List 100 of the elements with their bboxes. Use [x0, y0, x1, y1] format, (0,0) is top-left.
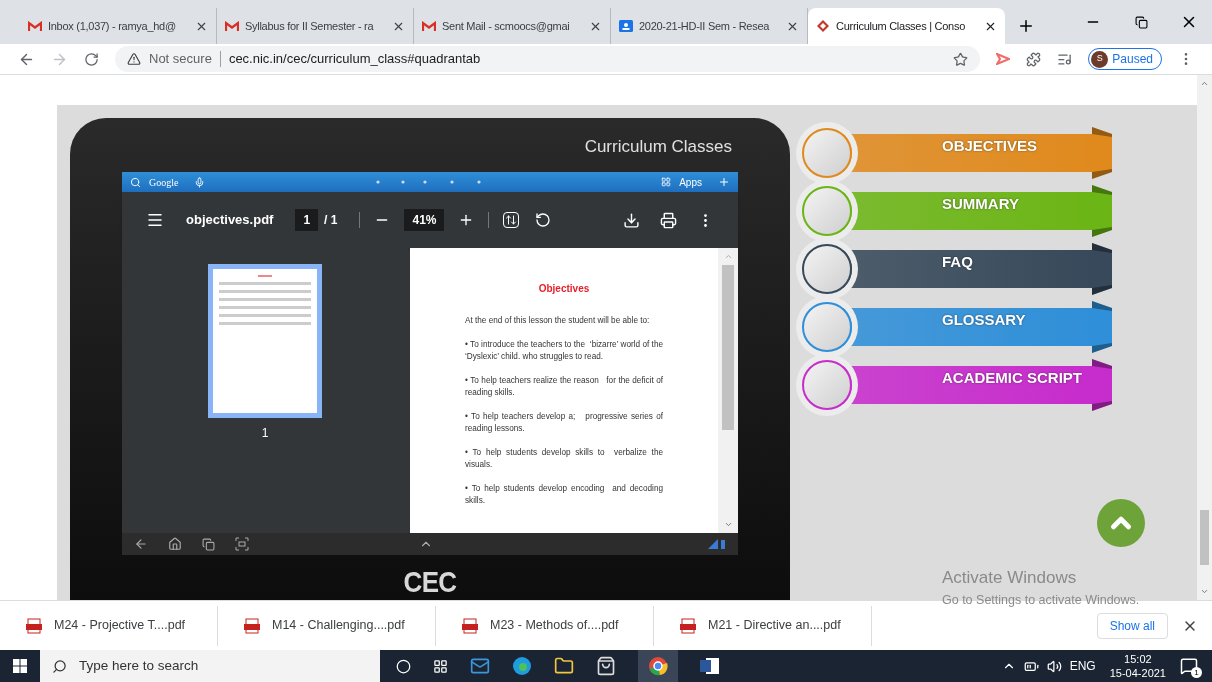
tab-title: Inbox (1,037) - ramya_hd@: [48, 18, 176, 34]
microphone-icon[interactable]: [194, 176, 206, 188]
chrome-taskbar-button[interactable]: [638, 650, 678, 682]
scroll-up-icon[interactable]: [1200, 79, 1209, 88]
recent-apps-icon[interactable]: [202, 537, 215, 551]
clock-date[interactable]: 15-04-2021: [1109, 666, 1166, 680]
scroll-down-icon[interactable]: [723, 520, 733, 529]
download-item[interactable]: M24 - Projective T....pdf: [0, 605, 218, 646]
pdf-file-icon: [462, 617, 478, 634]
chrome-icon: [648, 656, 668, 676]
search-icon[interactable]: [130, 176, 141, 188]
zoom-field[interactable]: 41%: [404, 209, 445, 231]
extension-icon[interactable]: [996, 53, 1011, 65]
tab-title: Syllabus for II Semester - ra: [245, 18, 374, 34]
mail-icon: [28, 20, 42, 32]
page-field[interactable]: 1: [295, 209, 319, 231]
language-label[interactable]: ENG: [1069, 657, 1096, 675]
pdf-file-icon: [680, 617, 696, 634]
word-icon[interactable]: [700, 657, 720, 675]
media-icon[interactable]: [1057, 51, 1073, 67]
home-icon[interactable]: [168, 537, 182, 551]
address-field[interactable]: Not secure cec.nic.in/cec/curriculum_class#quadrantab: [115, 46, 981, 72]
edge-icon[interactable]: [512, 656, 532, 676]
puzzle-icon[interactable]: [1026, 51, 1042, 67]
pdf-paragraph: • To help students develop skills to verbalize the visuals.: [465, 447, 663, 471]
thumbnail-label: 1: [261, 425, 269, 442]
diamond-icon: [816, 19, 830, 33]
folder-icon[interactable]: [554, 656, 574, 676]
star-icon[interactable]: [953, 51, 969, 67]
page-scrollbar[interactable]: [1197, 75, 1212, 600]
scroll-down-icon[interactable]: [1200, 587, 1209, 596]
pdf-file-icon: [26, 617, 42, 634]
search-label[interactable]: Google: [149, 174, 179, 190]
mail-icon: [422, 20, 436, 32]
ribbon-label[interactable]: FAQ: [942, 251, 973, 274]
ribbon-fold-drawing: [1092, 185, 1112, 237]
signal-battery-icon: [708, 539, 726, 549]
cortana-icon[interactable]: [396, 658, 411, 674]
notification-badge: 1: [1191, 667, 1202, 678]
ribbon-fold-drawing: [1092, 243, 1112, 295]
restore-icon[interactable]: [1135, 16, 1148, 29]
pdf-heading: Objectives: [537, 283, 591, 295]
tablet-title: Curriculum Classes: [584, 136, 732, 158]
scroll-thumb[interactable]: [1200, 510, 1209, 565]
page-total: / 1: [324, 212, 338, 229]
apps-icon[interactable]: [661, 177, 672, 187]
print-icon[interactable]: [660, 211, 677, 229]
volume-icon[interactable]: [1046, 658, 1062, 674]
pdf-paragraph: • To help teachers develop a; progressive series of reading lessons.: [465, 411, 663, 435]
ribbon-fold-drawing: [1092, 127, 1112, 179]
pdf-paragraph: At the end of this lesson the student will be able to:: [465, 315, 651, 327]
taskbar-search-field[interactable]: Type here to search: [40, 650, 380, 682]
mail-icon[interactable]: [470, 656, 490, 676]
rotate-icon[interactable]: [535, 212, 552, 228]
ribbon-label[interactable]: ACADEMIC SCRIPT: [942, 367, 1082, 390]
ribbon-fold-drawing: [1092, 301, 1112, 353]
activation-title: Activate Windows: [942, 567, 1078, 589]
download-item[interactable]: M14 - Challenging....pdf: [218, 605, 436, 646]
reload-icon[interactable]: [84, 51, 99, 67]
pdf-filename: objectives.pdf: [186, 211, 274, 230]
download-filename: M23 - Methods of....pdf: [490, 617, 619, 635]
pdf-paragraph: • To introduce the teachers to the ‘bizarre’ world of the ‘Dyslexic’ child. who struggles to read.: [465, 339, 663, 363]
pdf-scrollbar[interactable]: [718, 248, 738, 533]
browser-tab[interactable]: Curriculum Classes | Conso: [808, 8, 1005, 44]
download-icon[interactable]: [623, 211, 640, 229]
download-item[interactable]: M21 - Directive an....pdf: [654, 605, 872, 646]
tab-title: Curriculum Classes | Conso: [836, 18, 965, 34]
download-filename: M21 - Directive an....pdf: [708, 617, 841, 635]
classroom-icon: [619, 19, 633, 33]
back-icon[interactable]: [134, 537, 148, 551]
add-icon[interactable]: [718, 176, 730, 188]
pdf-file-icon: [244, 617, 260, 634]
avatar: S: [1091, 50, 1109, 68]
show-all-button[interactable]: Show all: [1096, 612, 1168, 639]
search-icon: [52, 658, 67, 674]
fit-page-icon[interactable]: [503, 212, 520, 228]
store-icon[interactable]: [596, 656, 616, 676]
profile-status: Paused: [1112, 51, 1153, 68]
menu-icon[interactable]: [146, 211, 164, 229]
new-tab-icon[interactable]: [1017, 17, 1035, 35]
clock-time[interactable]: 15:02: [1124, 652, 1152, 666]
notification-icon[interactable]: [1180, 657, 1198, 675]
security-label: Not secure: [149, 50, 212, 69]
page-thumbnail[interactable]: [208, 264, 322, 418]
tab-title: Sent Mail - scmoocs@gmai: [442, 18, 570, 34]
download-item[interactable]: M23 - Methods of....pdf: [436, 605, 654, 646]
task-view-icon[interactable]: [433, 658, 448, 674]
pdf-paragraph: • To help students develop encoding and decoding skills.: [465, 483, 663, 507]
mail-icon: [225, 20, 239, 32]
download-filename: M14 - Challenging....pdf: [272, 617, 405, 635]
scroll-thumb[interactable]: [722, 265, 734, 430]
download-filename: M24 - Projective T....pdf: [54, 617, 186, 635]
apps-label[interactable]: Apps: [679, 174, 702, 190]
warning-icon: [127, 52, 141, 66]
screenshot-icon[interactable]: [235, 537, 249, 551]
pdf-paragraph: • To help teachers realize the reason for the deficit of reading skills.: [465, 375, 663, 399]
ribbon-fold-drawing: [1092, 359, 1112, 411]
tab-title: 2020-21-HD-II Sem - Resea: [639, 18, 770, 34]
brand-logo: CEC: [403, 564, 457, 600]
url-text: cec.nic.in/cec/curriculum_class#quadrantab: [228, 50, 482, 69]
